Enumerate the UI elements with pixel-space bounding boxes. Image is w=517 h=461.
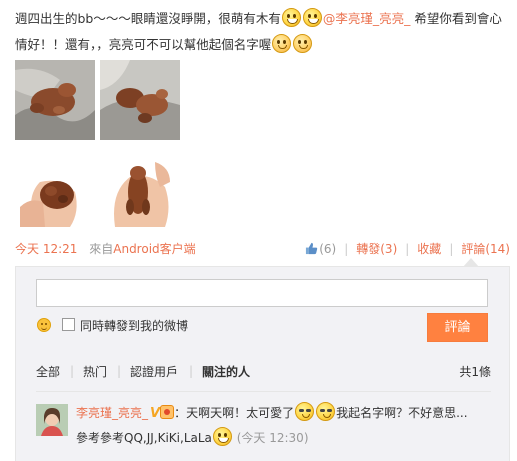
post-text: 週四出生的bb～～～眼睛還沒睜開，很萌有木有 @李亮瑾_亮亮_ 希望你看到會心情好…	[15, 6, 510, 58]
puppy-photo-4[interactable]	[100, 147, 180, 227]
comment-input[interactable]	[36, 279, 488, 307]
comment-panel: 同時轉發到我的微博 評論 全部 | 热门 | 認證用戶 | 關注的人 共1條 李…	[15, 266, 510, 461]
comment-text-a: ：天啊天啊！太可愛了	[174, 406, 295, 420]
submit-comment-button[interactable]: 評論	[427, 313, 488, 342]
puppy-photo-3[interactable]	[15, 147, 95, 227]
comment-username[interactable]: 李亮瑾_亮亮_	[76, 406, 148, 420]
cool-emoji-icon	[295, 402, 315, 421]
puppy-photo-2[interactable]	[100, 60, 180, 140]
comment-time: (今天 12:30)	[236, 431, 309, 445]
tab-all[interactable]: 全部	[36, 363, 60, 380]
blush-emoji-icon	[293, 34, 313, 53]
vip-badge[interactable]: V	[150, 401, 160, 426]
repost-checkbox-label: 同時轉發到我的微博	[80, 319, 189, 333]
thumbs-up-icon	[306, 242, 318, 254]
like-count: (6)	[319, 241, 337, 256]
repost-button[interactable]: 轉發(3)	[356, 240, 397, 257]
tabs-divider-line	[36, 391, 491, 392]
grin-emoji-icon	[281, 8, 301, 27]
cool-emoji-icon	[316, 402, 336, 421]
tab-divider: |	[189, 364, 194, 378]
tab-divider: |	[117, 364, 122, 378]
like-button[interactable]: (6)	[305, 242, 336, 256]
avatar[interactable]	[36, 404, 68, 436]
action-separator: |	[405, 241, 410, 256]
comment-body: 李亮瑾_亮亮_ V ：天啊天啊！太可愛了 我起名字啊？不好意思... 參考參考QQ,J…	[76, 401, 491, 451]
source-link[interactable]: Android客户端	[113, 242, 195, 256]
grin-emoji-icon	[302, 8, 322, 27]
puppy-photo-1[interactable]	[15, 60, 95, 140]
blush-emoji-icon	[272, 34, 292, 53]
grin-emoji-icon	[212, 427, 232, 446]
comment-filter-tabs: 全部 | 热门 | 認證用戶 | 關注的人 共1條	[36, 363, 491, 385]
action-separator: |	[449, 241, 454, 256]
emoji-picker-icon[interactable]	[37, 318, 51, 332]
post-time-link[interactable]: 今天 12:21	[15, 242, 77, 256]
comment-button[interactable]: 評論(14)	[461, 240, 510, 257]
mention-link[interactable]: @李亮瑾_亮亮_	[323, 11, 411, 26]
repost-checkbox[interactable]	[62, 318, 75, 331]
photo-grid	[15, 60, 185, 230]
favorite-button[interactable]: 收藏	[417, 240, 441, 257]
comment-text-b: 我起名字啊？不好意思...	[336, 406, 468, 420]
tab-verified[interactable]: 認證用戶	[130, 363, 178, 380]
action-separator: |	[344, 241, 349, 256]
member-icon[interactable]	[160, 405, 175, 419]
comment-item: 李亮瑾_亮亮_ V ：天啊天啊！太可愛了 我起名字啊？不好意思... 參考參考QQ,J…	[36, 401, 491, 461]
post-actions: (6) | 轉發(3) | 收藏 | 評論(14)	[305, 240, 510, 257]
tab-hot[interactable]: 热门	[83, 363, 107, 380]
tab-following[interactable]: 關注的人	[202, 363, 250, 380]
post-meta-row: 今天 12:21 來自Android客户端 (6) | 轉發(3) | 收藏 |…	[15, 240, 510, 260]
post-text-part1: 週四出生的bb～～～眼睛還沒睜開，很萌有木有	[15, 11, 281, 26]
comment-text-c: 參考參考QQ,JJ,KiKi,LaLa	[76, 431, 212, 445]
source-prefix: 來自	[89, 242, 114, 256]
tab-divider: |	[70, 364, 75, 378]
comment-total: 共1條	[459, 365, 491, 379]
